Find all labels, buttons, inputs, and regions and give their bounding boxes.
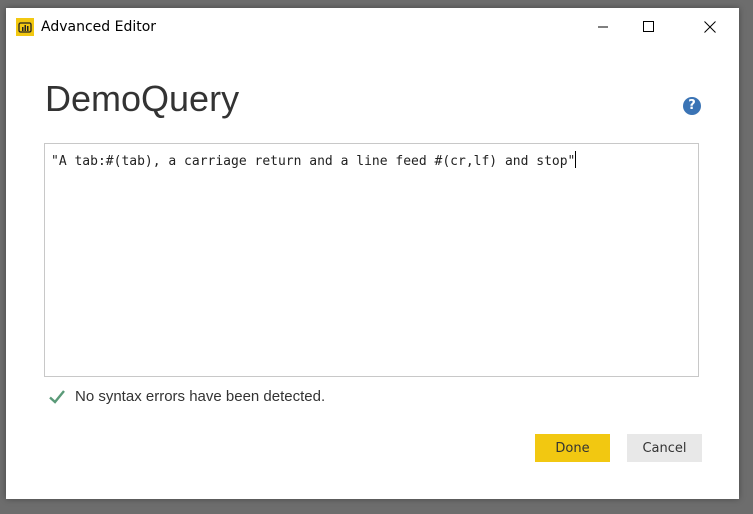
query-name-title: DemoQuery [45, 78, 240, 119]
maximize-button[interactable] [626, 8, 672, 46]
minimize-icon [598, 26, 608, 28]
close-icon [704, 21, 716, 33]
syntax-status: No syntax errors have been detected. [48, 388, 325, 405]
minimize-button[interactable] [580, 8, 626, 46]
advanced-editor-window: Advanced Editor DemoQuery ? "A tab:#(tab… [6, 8, 739, 499]
text-caret [575, 151, 577, 168]
code-text: "A tab:#(tab), a carriage return and a l… [51, 154, 576, 169]
title-bar: Advanced Editor [6, 8, 739, 46]
syntax-status-text: No syntax errors have been detected. [75, 388, 326, 405]
done-button[interactable]: Done [535, 434, 610, 462]
power-bi-icon [16, 18, 34, 36]
cancel-button[interactable]: Cancel [627, 434, 702, 462]
help-icon[interactable]: ? [683, 97, 701, 115]
code-editor[interactable]: "A tab:#(tab), a carriage return and a l… [44, 143, 699, 377]
checkmark-icon [49, 389, 65, 404]
close-button[interactable] [687, 8, 733, 46]
maximize-icon [643, 21, 654, 32]
window-title: Advanced Editor [41, 19, 157, 35]
